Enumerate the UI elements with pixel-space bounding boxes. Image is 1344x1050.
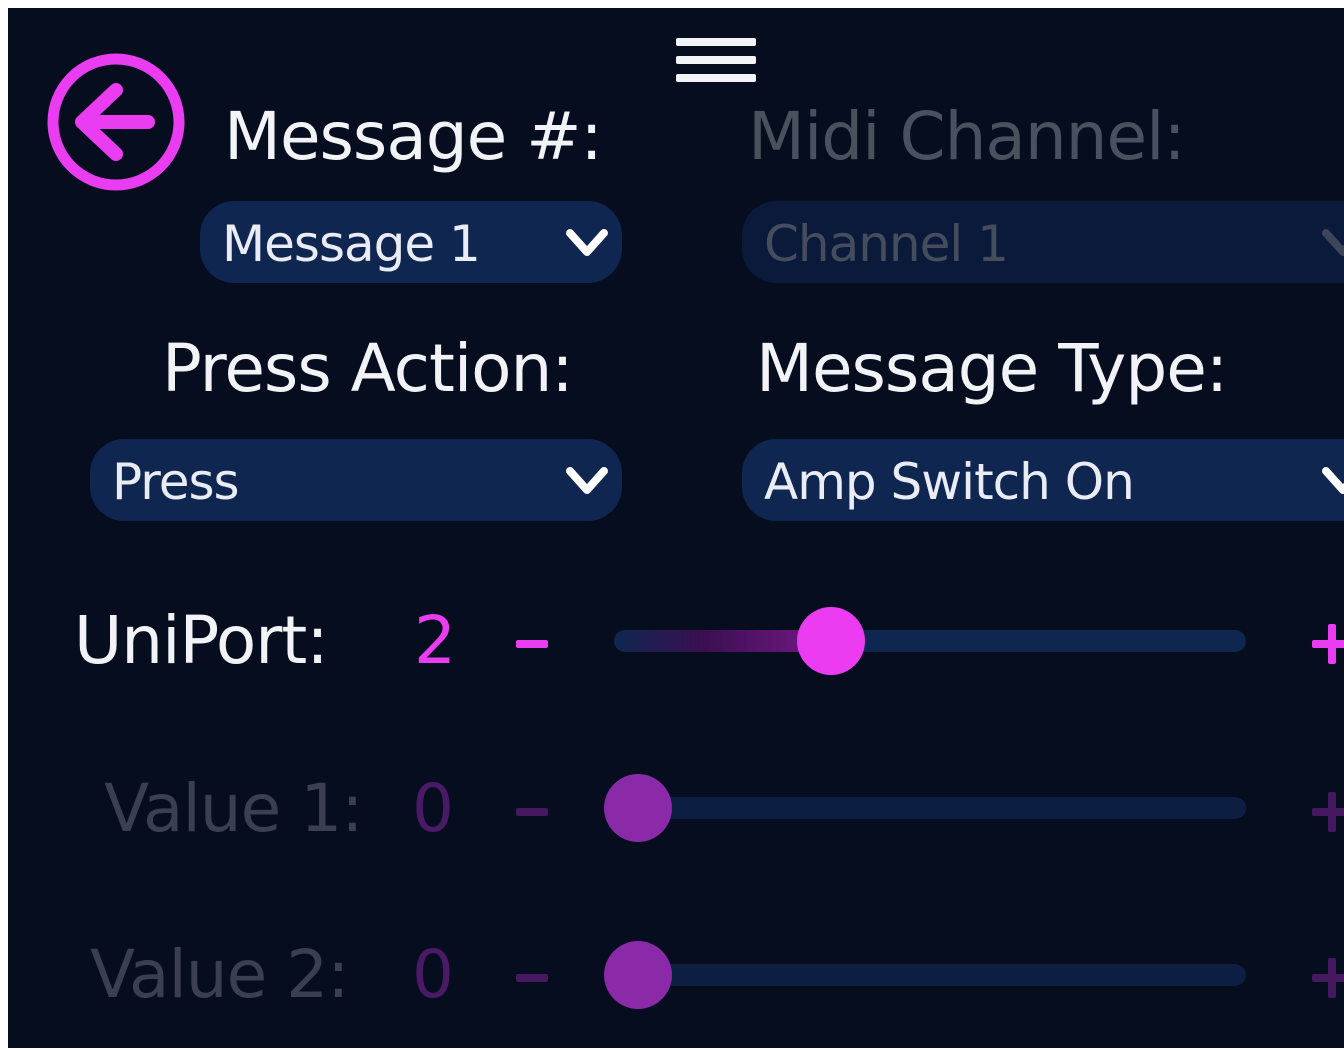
uniport-value: 2 (414, 602, 456, 679)
value1-increment-button (1312, 792, 1344, 832)
message-number-label: Message #: (224, 98, 603, 175)
hamburger-menu-icon[interactable] (672, 36, 760, 90)
uniport-decrement-button[interactable] (516, 640, 548, 648)
midi-channel-label: Midi Channel: (748, 98, 1186, 175)
message-type-label: Message Type: (756, 330, 1228, 407)
midi-channel-value: Channel 1 (764, 215, 1009, 273)
press-action-label: Press Action: (162, 330, 574, 407)
back-arrow-icon[interactable] (44, 50, 188, 194)
midi-channel-select: Channel 1 (742, 201, 1344, 283)
chevron-down-icon (1322, 229, 1344, 256)
value2-increment-button (1312, 958, 1344, 998)
value2-slider-knob (604, 941, 672, 1009)
press-action-value: Press (112, 453, 240, 511)
press-action-select[interactable]: Press (90, 439, 622, 521)
message-editor-panel: Message #: Message 1 Midi Channel: Chann… (8, 8, 1344, 1048)
uniport-label: UniPort: (74, 602, 329, 679)
value1-slider-knob (604, 774, 672, 842)
uniport-increment-button[interactable] (1312, 624, 1344, 664)
value1-value: 0 (412, 770, 454, 847)
value1-slider-track (604, 774, 1246, 842)
message-number-select[interactable]: Message 1 (200, 201, 622, 283)
chevron-down-icon (566, 229, 608, 256)
value1-label: Value 1: (104, 770, 363, 847)
uniport-slider-knob[interactable] (796, 607, 865, 675)
value1-decrement-button (516, 808, 548, 816)
message-type-value: Amp Switch On (764, 453, 1135, 511)
value2-slider-track (604, 941, 1246, 1009)
chevron-down-icon (1322, 467, 1344, 494)
value2-label: Value 2: (90, 936, 349, 1013)
chevron-down-icon (566, 467, 608, 494)
value2-decrement-button (516, 974, 548, 982)
value2-value: 0 (412, 936, 454, 1013)
uniport-slider-track[interactable] (614, 607, 1246, 675)
message-number-value: Message 1 (222, 215, 481, 273)
message-type-select[interactable]: Amp Switch On (742, 439, 1344, 521)
